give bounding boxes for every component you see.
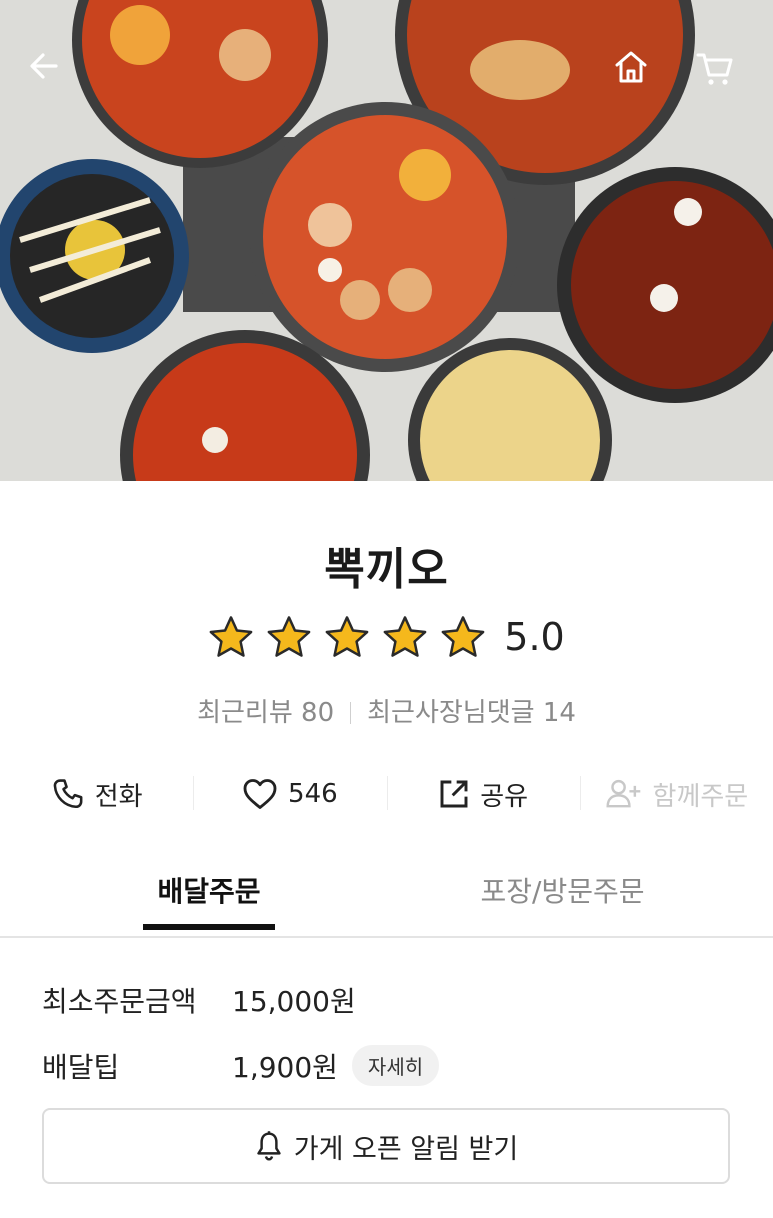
tab-delivery[interactable]: 배달주문	[143, 870, 275, 930]
order-type-tabs: 배달주문 포장/방문주문	[0, 858, 773, 938]
add-user-icon	[606, 779, 640, 808]
home-button[interactable]	[612, 48, 664, 100]
group-order-button[interactable]: 함께주문	[579, 770, 773, 818]
delivery-tip-row: 배달팁 1,900원 자세히	[42, 1045, 440, 1086]
tab-pickup[interactable]: 포장/방문주문	[460, 870, 665, 910]
active-tab-indicator	[143, 924, 275, 930]
heart-icon	[243, 779, 277, 809]
cart-button[interactable]	[695, 48, 747, 100]
cart-icon	[696, 53, 733, 85]
open-notification-button[interactable]: 가게 오픈 알림 받기	[42, 1108, 730, 1184]
like-count: 546	[288, 779, 338, 809]
tab-pickup-label: 포장/방문주문	[480, 875, 645, 908]
bell-icon	[257, 1131, 281, 1161]
tip-detail-button[interactable]: 자세히	[351, 1045, 440, 1086]
call-label: 전화	[94, 781, 143, 812]
star-icon	[383, 616, 427, 657]
tab-delivery-label: 배달주문	[157, 875, 261, 908]
owner-replies-link[interactable]: 최근사장님댓글 14	[367, 698, 576, 728]
rating-row: 5.0	[0, 614, 773, 660]
back-arrow-icon	[30, 53, 58, 79]
share-label: 공유	[480, 781, 529, 812]
share-button[interactable]: 공유	[386, 770, 580, 818]
delivery-tip-value: 1,900원	[232, 1050, 338, 1084]
star-icon	[267, 616, 311, 657]
min-order-row: 최소주문금액 15,000원	[42, 980, 356, 1020]
min-order-value: 15,000원	[232, 985, 356, 1018]
min-order-label: 최소주문금액	[42, 985, 197, 1018]
star-icon	[441, 616, 485, 657]
review-summary: 최근리뷰 80 최근사장님댓글 14	[0, 692, 773, 729]
share-icon	[440, 780, 468, 808]
action-bar: 전화 546 공유 함께주문	[0, 770, 773, 818]
call-button[interactable]: 전화	[0, 770, 193, 818]
phone-icon	[53, 779, 83, 809]
open-notification-label: 가게 오픈 알림 받기	[293, 1133, 519, 1165]
like-button[interactable]: 546	[193, 770, 386, 818]
home-icon	[615, 51, 647, 83]
rating-score: 5.0	[504, 615, 565, 659]
star-icon	[325, 616, 369, 657]
back-button[interactable]	[26, 48, 78, 100]
hero-food-photo	[0, 0, 773, 481]
store-name: 뽁끼오	[324, 544, 449, 595]
recent-reviews-link[interactable]: 최근리뷰 80	[197, 698, 334, 728]
divider	[350, 702, 352, 724]
group-order-label: 함께주문	[652, 781, 749, 812]
star-icon	[209, 616, 253, 657]
delivery-tip-label: 배달팁	[42, 1050, 120, 1084]
